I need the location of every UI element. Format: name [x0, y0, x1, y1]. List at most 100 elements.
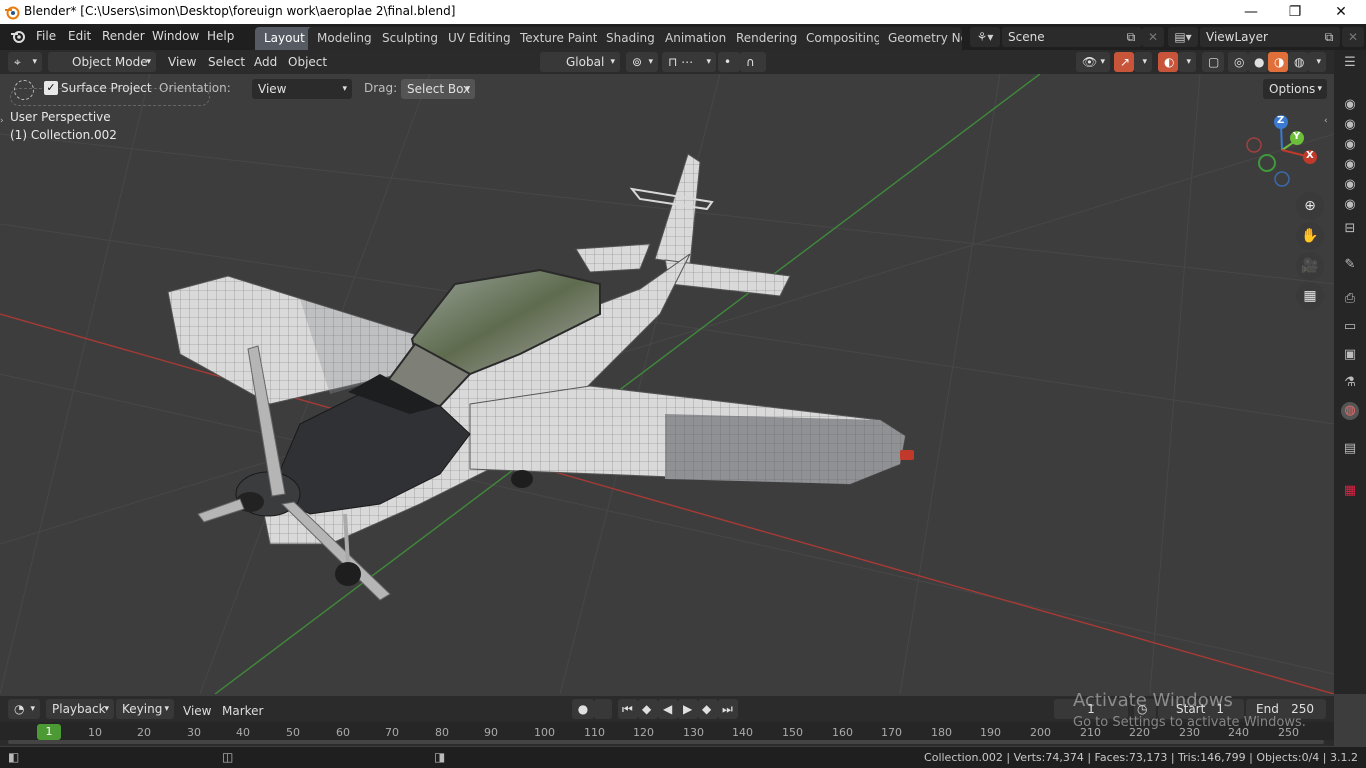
tab-animation[interactable]: Animation [656, 27, 736, 50]
minimize-button[interactable]: — [1228, 0, 1274, 24]
texture-properties-icon[interactable]: ▦ [1341, 482, 1359, 500]
visibility-icon[interactable]: 👁 ▾ [1076, 52, 1110, 72]
play-icon[interactable]: ▶ [678, 699, 698, 719]
new-view-layer-icon[interactable]: ⧉ [1318, 27, 1340, 47]
tool-properties-icon[interactable]: ✎ [1341, 256, 1359, 274]
output-properties-icon[interactable]: ▭ [1341, 318, 1359, 336]
perspective-toggle-icon[interactable]: ▦ [1296, 282, 1324, 310]
tab-layout[interactable]: Layout [255, 27, 314, 50]
menu-select[interactable]: Select [208, 52, 245, 72]
frame-tick-label: 170 [881, 726, 902, 739]
select-tool-icon[interactable] [14, 80, 34, 100]
play-reverse-icon[interactable]: ◀ [658, 699, 678, 719]
jump-end-icon[interactable]: ⏭ [718, 699, 738, 719]
view-layer-selector-icon[interactable]: ▤▾ [1168, 27, 1198, 47]
tab-modeling[interactable]: Modeling [308, 27, 381, 50]
new-scene-icon[interactable]: ⧉ [1120, 27, 1142, 47]
camera-visibility-icon-3[interactable]: ◉ [1341, 136, 1359, 154]
blender-logo-icon [4, 4, 20, 23]
menu-render[interactable]: Render [102, 29, 145, 43]
view-layer-properties-icon[interactable]: ▣ [1341, 346, 1359, 364]
scene-properties-icon[interactable]: ⚗ [1341, 374, 1359, 392]
menu-edit[interactable]: Edit [68, 29, 91, 43]
blender-menu-icon[interactable] [10, 28, 26, 47]
menu-object[interactable]: Object [288, 52, 327, 72]
jump-start-icon[interactable]: ⏮ [618, 699, 638, 719]
solid-shading-icon[interactable]: ● [1248, 52, 1268, 72]
pan-hand-icon[interactable]: ✋ [1296, 222, 1324, 250]
wireframe-shading-icon[interactable]: ◎ [1228, 52, 1248, 72]
maximize-button[interactable]: ❐ [1272, 0, 1318, 24]
tab-compositing[interactable]: Compositing [797, 27, 891, 50]
timeline-menu-marker[interactable]: Marker [222, 701, 263, 721]
camera-visibility-icon-2[interactable]: ◉ [1341, 116, 1359, 134]
camera-visibility-icon-5[interactable]: ◉ [1341, 176, 1359, 194]
surface-project-label: Surface Project [61, 81, 152, 95]
toggle-panel-icon[interactable]: ⊟ [1341, 220, 1359, 238]
sidebar-expand-icon[interactable]: ‹ [1324, 116, 1328, 126]
options-label: Options [1269, 82, 1316, 96]
playhead-marker[interactable]: 1 [37, 724, 61, 740]
proportional-edit-icon[interactable]: • [718, 52, 740, 72]
menu-add[interactable]: Add [254, 52, 277, 72]
timeline-editor-type-icon[interactable]: ◔ ▾ [8, 699, 40, 719]
render-properties-icon[interactable]: ⎙ [1341, 290, 1359, 308]
timeline-scrollbar[interactable] [8, 740, 1324, 744]
zoom-icon[interactable]: ⊕ [1296, 192, 1324, 220]
delete-scene-icon[interactable]: ✕ [1142, 27, 1164, 47]
next-keyframe-icon[interactable]: ◆ [698, 699, 718, 719]
timeline-menu-view[interactable]: View [183, 701, 211, 721]
aeroplane-model[interactable] [0, 74, 1334, 694]
menu-view[interactable]: View [168, 52, 196, 72]
tab-texture-paint[interactable]: Texture Paint [511, 27, 607, 50]
falloff-icon[interactable]: ∩ [740, 52, 766, 72]
tab-sculpting[interactable]: Sculpting [373, 27, 448, 50]
menu-file[interactable]: File [36, 29, 56, 43]
world-properties-icon[interactable]: ◍ [1341, 402, 1359, 420]
orientation-dropdown[interactable]: View ▾ [252, 79, 352, 99]
frame-tick-label: 10 [88, 726, 102, 739]
scene-selector-icon[interactable]: ⚘▾ [970, 27, 1000, 47]
editor-type-icon[interactable]: ⌖ ▾ [8, 52, 42, 72]
object-mode-dropdown[interactable]: Object Mode ▾ [48, 52, 156, 72]
overlays-dropdown-icon[interactable]: ▾ [1178, 52, 1196, 72]
auto-keying-dropdown-icon[interactable] [594, 699, 612, 719]
record-icon[interactable]: ● [572, 699, 594, 719]
surface-project-checkbox[interactable]: ✓ [44, 81, 58, 95]
options-dropdown[interactable]: Options ▾ [1263, 79, 1327, 99]
overlays-toggle-icon[interactable]: ◐ [1158, 52, 1178, 72]
playback-dropdown[interactable]: Playback ▾ [46, 699, 114, 719]
prev-keyframe-icon[interactable]: ◆ [638, 699, 658, 719]
outliner-icon[interactable]: ☰ [1341, 54, 1359, 72]
viewport-header: ⌖ ▾ Object Mode ▾ View Select Add Object G… [0, 50, 1334, 74]
tab-geometry-nodes[interactable]: Geometry Nod [879, 27, 962, 50]
camera-visibility-icon-6[interactable]: ◉ [1341, 196, 1359, 214]
snap-icon[interactable]: ⊓ ⋯ ▾ [662, 52, 716, 72]
gizmo-toggle-icon[interactable]: ↗ [1114, 52, 1134, 72]
rendered-shading-icon[interactable]: ◍ [1288, 52, 1308, 72]
camera-view-icon[interactable]: 🎥 [1296, 252, 1324, 280]
delete-view-layer-icon[interactable]: ✕ [1342, 27, 1364, 47]
xray-icon[interactable]: ▢ [1202, 52, 1224, 72]
close-button[interactable]: ✕ [1318, 0, 1364, 24]
toolbar-expand-icon[interactable]: › [0, 116, 4, 126]
tab-uv-editing[interactable]: UV Editing [439, 27, 520, 50]
material-preview-shading-icon[interactable]: ◑ [1268, 52, 1288, 72]
shading-dropdown-icon[interactable]: ▾ [1308, 52, 1326, 72]
menu-window[interactable]: Window [152, 29, 199, 43]
camera-visibility-icon[interactable]: ◉ [1341, 96, 1359, 114]
tab-rendering[interactable]: Rendering [727, 27, 807, 50]
gizmo-dropdown-icon[interactable]: ▾ [1134, 52, 1152, 72]
transform-orientation-dropdown[interactable]: Global ▾ [540, 52, 620, 72]
viewport-3d[interactable]: ✓ Surface Project Orientation: View ▾ Dra… [0, 74, 1334, 694]
frame-tick-label: 130 [683, 726, 704, 739]
camera-visibility-icon-4[interactable]: ◉ [1341, 156, 1359, 174]
tab-shading[interactable]: Shading [597, 27, 664, 50]
keying-dropdown[interactable]: Keying ▾ [116, 699, 174, 719]
drag-dropdown[interactable]: Select Box ▾ [401, 79, 475, 99]
object-mode-label: Object Mode [72, 55, 148, 69]
pivot-point-icon[interactable]: ⊚ ▾ [626, 52, 658, 72]
collection-properties-icon[interactable]: ▤ [1341, 440, 1359, 458]
properties-tab-strip: ☰ ◉ ◉ ◉ ◉ ◉ ◉ ⊟ ✎ ⎙ ▭ ▣ ⚗ ◍ ▤ ▦ [1334, 50, 1366, 694]
menu-help[interactable]: Help [207, 29, 234, 43]
